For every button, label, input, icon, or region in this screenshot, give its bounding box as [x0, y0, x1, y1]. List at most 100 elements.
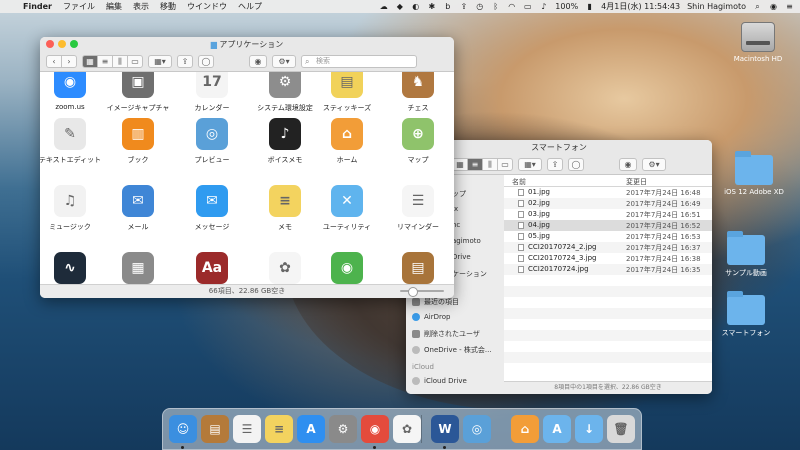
- dock-chrome-icon[interactable]: ◉: [361, 415, 389, 443]
- slack-icon[interactable]: ✱: [427, 2, 436, 11]
- sidebar-item-icloud-drive[interactable]: iCloud Drive: [412, 377, 467, 385]
- forward-button[interactable]: ›: [61, 55, 77, 68]
- app-item[interactable]: ▥ ブック: [101, 118, 175, 165]
- file-row[interactable]: 02.jpg 2017年7月24日 16:49: [504, 198, 712, 209]
- battery-icon[interactable]: ▮: [585, 2, 594, 11]
- gallery-view-button[interactable]: ▭: [127, 55, 143, 68]
- app-item[interactable]: 17 カレンダー: [175, 72, 249, 113]
- bluetooth-icon[interactable]: ᛒ: [491, 2, 500, 11]
- file-row[interactable]: CCI20170724_2.jpg 2017年7月24日 16:37: [504, 242, 712, 253]
- spotlight-icon[interactable]: ⌕: [753, 2, 762, 11]
- gallery-view-button[interactable]: ▭: [497, 158, 513, 171]
- dock-home-icon[interactable]: ⌂: [511, 415, 539, 443]
- column-view-button[interactable]: ⫼: [112, 55, 128, 68]
- app-item[interactable]: ▣ イメージキャプチャ: [101, 72, 175, 113]
- tag-button[interactable]: ◯: [198, 55, 214, 68]
- desktop-item-smartphone[interactable]: スマートフォン: [706, 291, 786, 338]
- dock-downloads-folder-icon[interactable]: ↓: [575, 415, 603, 443]
- icon-size-slider[interactable]: [400, 287, 444, 297]
- column-view-button[interactable]: ⫼: [482, 158, 498, 171]
- dock-preview-icon[interactable]: ◎: [463, 415, 491, 443]
- file-row[interactable]: 05.jpg 2017年7月24日 16:53: [504, 231, 712, 242]
- icon-view-button[interactable]: ▦: [82, 55, 98, 68]
- close-button[interactable]: [46, 40, 54, 48]
- search-input[interactable]: 検索: [301, 55, 417, 68]
- menu-user[interactable]: Shin Hagimoto: [687, 2, 746, 11]
- wifi-icon[interactable]: ◠: [507, 2, 516, 11]
- dock-photos-icon[interactable]: ✿: [393, 415, 421, 443]
- app-item[interactable]: ✎ テキストエディット: [40, 118, 107, 165]
- app-item[interactable]: ☰ リマインダー: [381, 185, 454, 232]
- desktop-item-macintosh-hd[interactable]: Macintosh HD: [718, 22, 798, 63]
- sidebar-item-partial-6[interactable]: ケーション: [452, 269, 487, 279]
- sidebar-item-onedrive[interactable]: OneDrive - 株式会...: [412, 345, 492, 355]
- dock-app-store-icon[interactable]: A: [297, 415, 325, 443]
- sidebar-item-partial-4[interactable]: agimoto: [452, 237, 481, 245]
- list-view-button[interactable]: ≡: [467, 158, 483, 171]
- window-titlebar[interactable]: ▆ アプリケーション: [40, 37, 454, 52]
- file-row[interactable]: 01.jpg 2017年7月24日 16:48: [504, 187, 712, 198]
- control-center-icon[interactable]: ≡: [785, 2, 794, 11]
- upload-icon[interactable]: ⇪: [459, 2, 468, 11]
- volume-icon[interactable]: ♪: [539, 2, 548, 11]
- share-button[interactable]: ⇪: [547, 158, 563, 171]
- list-view-button[interactable]: ≡: [97, 55, 113, 68]
- tag-button[interactable]: ◯: [568, 158, 584, 171]
- sidebar-item-partial-5[interactable]: Drive: [452, 253, 471, 261]
- sidebar-item-airdrop[interactable]: AirDrop: [412, 313, 450, 321]
- action-button[interactable]: ⚙▾: [272, 55, 296, 68]
- menu-file[interactable]: ファイル: [63, 1, 95, 12]
- dock-system-preferences-icon[interactable]: ⚙: [329, 415, 357, 443]
- sidebar-item-partial-1[interactable]: ップ: [452, 189, 466, 199]
- cloud-icon[interactable]: ☁: [379, 2, 388, 11]
- menu-help[interactable]: ヘルプ: [238, 1, 262, 12]
- back-button[interactable]: ‹: [46, 55, 62, 68]
- app-item[interactable]: ▤ スティッキーズ: [310, 72, 384, 113]
- app-item[interactable]: ⊕ マップ: [381, 118, 454, 165]
- app-item[interactable]: ✉ メール: [101, 185, 175, 232]
- file-row[interactable]: 04.jpg 2017年7月24日 16:52: [504, 220, 712, 231]
- group-button[interactable]: ▦▾: [148, 55, 172, 68]
- timer-icon[interactable]: ◷: [475, 2, 484, 11]
- app-item[interactable]: ✉ メッセージ: [175, 185, 249, 232]
- siri-icon[interactable]: ◉: [769, 2, 778, 11]
- quick-look-button[interactable]: ◉: [249, 55, 267, 68]
- share-button[interactable]: ⇪: [177, 55, 193, 68]
- column-header-name[interactable]: 名前: [512, 177, 526, 187]
- menu-clock[interactable]: 4月1日(水) 11:54:43: [601, 1, 680, 12]
- dock-applications-folder-icon[interactable]: A: [543, 415, 571, 443]
- dock-finder-icon[interactable]: ☺: [169, 415, 197, 443]
- sidebar-item-recents[interactable]: 最近の項目: [412, 297, 459, 307]
- app-item[interactable]: ♞ チェス: [381, 72, 454, 113]
- sidebar-item-deleted-users[interactable]: 削除されたユーザ: [412, 329, 480, 339]
- app-item[interactable]: ⌂ ホーム: [310, 118, 384, 165]
- action-button[interactable]: ⚙▾: [642, 158, 666, 171]
- dock-notes-icon[interactable]: ≡: [265, 415, 293, 443]
- dock-reminders-icon[interactable]: ☰: [233, 415, 261, 443]
- menu-edit[interactable]: 編集: [106, 1, 122, 12]
- menu-window[interactable]: ウインドウ: [187, 1, 227, 12]
- file-row[interactable]: CCI20170724_3.jpg 2017年7月24日 16:38: [504, 253, 712, 264]
- desktop-item-ios12-adobe-xd[interactable]: iOS 12 Adobe XD: [706, 151, 800, 196]
- app-item[interactable]: ◉ zoom.us: [40, 72, 107, 111]
- display-icon[interactable]: ▭: [523, 2, 532, 11]
- zoom-button[interactable]: [70, 40, 78, 48]
- app-item[interactable]: ✕ ユーティリティ: [310, 185, 384, 232]
- dock-trash-icon[interactable]: 🗑: [607, 415, 635, 443]
- apple-menu-icon[interactable]: [6, 2, 15, 11]
- battery-percent[interactable]: 100%: [555, 2, 578, 11]
- column-header-date[interactable]: 変更日: [626, 177, 647, 187]
- file-row[interactable]: 03.jpg 2017年7月24日 16:51: [504, 209, 712, 220]
- minimize-button[interactable]: [58, 40, 66, 48]
- evernote-icon[interactable]: ◐: [411, 2, 420, 11]
- dock-notefile-icon[interactable]: ▤: [201, 415, 229, 443]
- menu-view[interactable]: 表示: [133, 1, 149, 12]
- file-row[interactable]: CCI20170724.jpg 2017年7月24日 16:35: [504, 264, 712, 275]
- desktop-item-sample-video[interactable]: サンプル動画: [706, 231, 786, 278]
- quick-look-button[interactable]: ◉: [619, 158, 637, 171]
- menu-go[interactable]: 移動: [160, 1, 176, 12]
- dropbox-icon[interactable]: ◆: [395, 2, 404, 11]
- app-item[interactable]: ◎ プレビュー: [175, 118, 249, 165]
- group-button[interactable]: ▦▾: [518, 158, 542, 171]
- menu-finder[interactable]: Finder: [23, 2, 52, 11]
